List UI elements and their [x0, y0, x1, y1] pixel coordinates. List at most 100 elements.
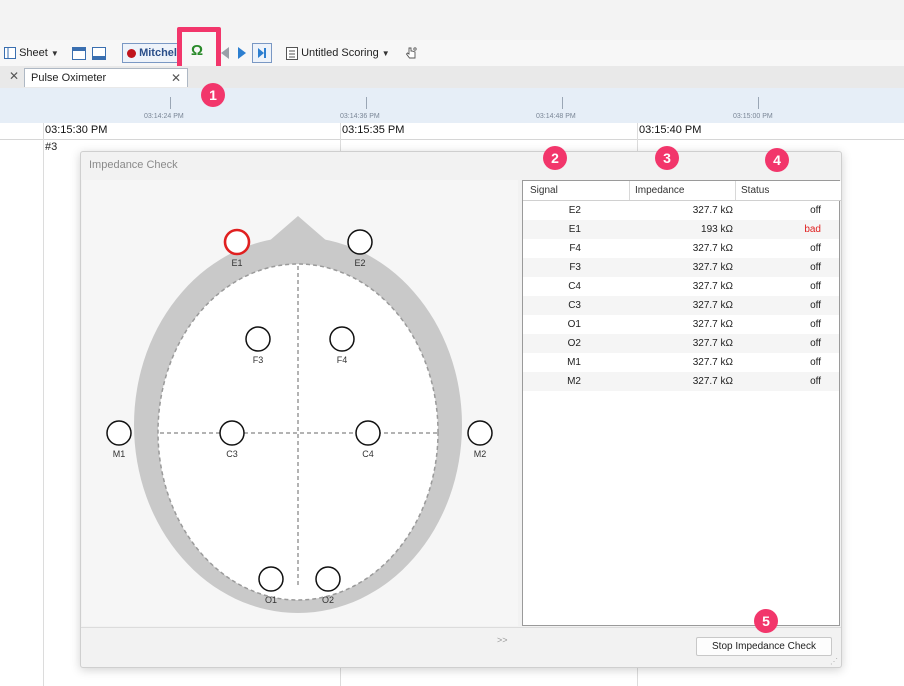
- electrode-m2[interactable]: M2: [467, 420, 493, 459]
- close-icon[interactable]: ✕: [9, 69, 19, 83]
- status-cell: off: [810, 357, 821, 368]
- electrode-label: O1: [265, 595, 277, 605]
- electrode-label: E1: [231, 258, 242, 268]
- time-label: 03:15:30 PM: [45, 124, 108, 136]
- electrode-circle[interactable]: [245, 326, 271, 352]
- tab-label: Pulse Oximeter: [31, 72, 107, 84]
- previous-icon: [221, 47, 229, 60]
- table-row[interactable]: E1 193 kΩ bad: [523, 220, 839, 239]
- sheet-icon: [4, 47, 16, 60]
- column-header-impedance[interactable]: Impedance: [635, 185, 684, 196]
- electrode-circle[interactable]: [106, 420, 132, 446]
- head-diagram: E1 E2 F3 F4 M1 C3 C4 M2 O1 O2: [106, 216, 493, 613]
- impedance-cell: 327.7 kΩ: [692, 262, 733, 273]
- time-label: 03:15:35 PM: [342, 124, 405, 136]
- electrode-label: E2: [354, 258, 365, 268]
- annotation-badge-5: 5: [754, 609, 778, 633]
- column-divider[interactable]: [629, 181, 630, 200]
- signal-cell: E1: [568, 224, 581, 235]
- hand-tool-button[interactable]: [404, 44, 418, 62]
- head-map-panel: E1 E2 F3 F4 M1 C3 C4 M2 O1 O2 >>: [82, 180, 518, 645]
- impedance-cell: 327.7 kΩ: [692, 357, 733, 368]
- play-button[interactable]: [238, 44, 246, 62]
- table-row[interactable]: O2 327.7 kΩ off: [523, 334, 839, 353]
- stop-impedance-check-button[interactable]: Stop Impedance Check: [696, 637, 832, 656]
- tab-pulse-oximeter[interactable]: Pulse Oximeter ✕: [24, 68, 188, 87]
- hand-pointer-icon: [405, 47, 417, 59]
- toolbar: Sheet ▼ Mitchel Untitled Scoring ▼: [0, 40, 904, 67]
- status-cell: off: [810, 243, 821, 254]
- resize-grip-icon[interactable]: ⋰: [830, 657, 838, 666]
- skip-end-button[interactable]: [252, 43, 272, 63]
- annotation-badge-2: 2: [543, 146, 567, 170]
- prev-button[interactable]: [221, 44, 229, 62]
- electrode-label: M1: [113, 449, 126, 459]
- electrode-label: C4: [362, 449, 374, 459]
- patient-label: Mitchel: [139, 47, 177, 59]
- table-row[interactable]: E2 327.7 kΩ off: [523, 201, 839, 220]
- sheet-menu[interactable]: Sheet ▼: [4, 44, 59, 62]
- table-row[interactable]: M2 327.7 kΩ off: [523, 372, 839, 391]
- layout-top-button[interactable]: [72, 44, 86, 62]
- signal-cell: C3: [568, 300, 581, 311]
- status-cell: off: [810, 205, 821, 216]
- electrode-circle[interactable]: [355, 420, 381, 446]
- column-divider[interactable]: [735, 181, 736, 200]
- column-header-signal[interactable]: Signal: [530, 185, 558, 196]
- tick-mark: [366, 97, 367, 109]
- status-cell: off: [810, 262, 821, 273]
- impedance-cell: 327.7 kΩ: [692, 243, 733, 254]
- table-row[interactable]: C3 327.7 kΩ off: [523, 296, 839, 315]
- electrode-circle[interactable]: [467, 420, 493, 446]
- signal-cell: O2: [567, 338, 581, 349]
- table-row[interactable]: F4 327.7 kΩ off: [523, 239, 839, 258]
- electrode-label: F3: [253, 355, 264, 365]
- status-cell: off: [810, 319, 821, 330]
- table-row[interactable]: O1 327.7 kΩ off: [523, 315, 839, 334]
- electrode-circle[interactable]: [329, 326, 355, 352]
- epoch-label: #3: [45, 141, 58, 153]
- table-row[interactable]: M1 327.7 kΩ off: [523, 353, 839, 372]
- signal-cell: C4: [568, 281, 581, 292]
- electrode-circle[interactable]: [315, 566, 341, 592]
- status-cell: off: [810, 281, 821, 292]
- electrode-circle[interactable]: [219, 420, 245, 446]
- close-icon[interactable]: ✕: [171, 69, 181, 88]
- electrode-circle[interactable]: [223, 228, 251, 256]
- impedance-check-button[interactable]: Ω: [191, 42, 203, 59]
- skip-end-icon: [258, 48, 266, 58]
- electrode-circle[interactable]: [347, 229, 373, 255]
- table-row[interactable]: C4 327.7 kΩ off: [523, 277, 839, 296]
- electrode-label: M2: [474, 449, 487, 459]
- scoring-label: Untitled Scoring: [301, 47, 379, 59]
- electrode-label: F4: [337, 355, 348, 365]
- impedance-cell: 327.7 kΩ: [692, 376, 733, 387]
- electrode-label: C3: [226, 449, 238, 459]
- layout-bottom-button[interactable]: [92, 44, 106, 62]
- status-cell: off: [810, 376, 821, 387]
- column-header-status[interactable]: Status: [741, 185, 769, 196]
- electrode-circle[interactable]: [258, 566, 284, 592]
- status-cell: off: [810, 300, 821, 311]
- time-label: 03:15:40 PM: [639, 124, 702, 136]
- record-patient-button[interactable]: Mitchel: [122, 43, 180, 63]
- impedance-cell: 327.7 kΩ: [692, 281, 733, 292]
- scoring-menu[interactable]: Untitled Scoring ▼: [286, 44, 390, 62]
- overview-tick-label: 03:14:36 PM: [340, 113, 380, 120]
- status-cell: off: [810, 338, 821, 349]
- tick-mark: [170, 97, 171, 109]
- layout-bottom-icon: [92, 46, 106, 60]
- overview-tick-label: 03:14:24 PM: [144, 113, 184, 120]
- impedance-cell: 327.7 kΩ: [692, 300, 733, 311]
- table-row[interactable]: F3 327.7 kΩ off: [523, 258, 839, 277]
- dialog-footer: Stop Impedance Check ⋰: [81, 627, 841, 668]
- sheet-label: Sheet: [19, 47, 48, 59]
- grid-line: [43, 123, 44, 686]
- overview-tick-label: 03:14:48 PM: [536, 113, 576, 120]
- signal-cell: E2: [568, 205, 581, 216]
- electrode-m1[interactable]: M1: [106, 420, 132, 459]
- tab-strip: ✕ Pulse Oximeter ✕: [0, 66, 904, 89]
- play-icon: [238, 47, 246, 60]
- overview-tick-label: 03:15:00 PM: [733, 113, 773, 120]
- impedance-table: Signal Impedance Status E2 327.7 kΩ off E1…: [522, 180, 841, 626]
